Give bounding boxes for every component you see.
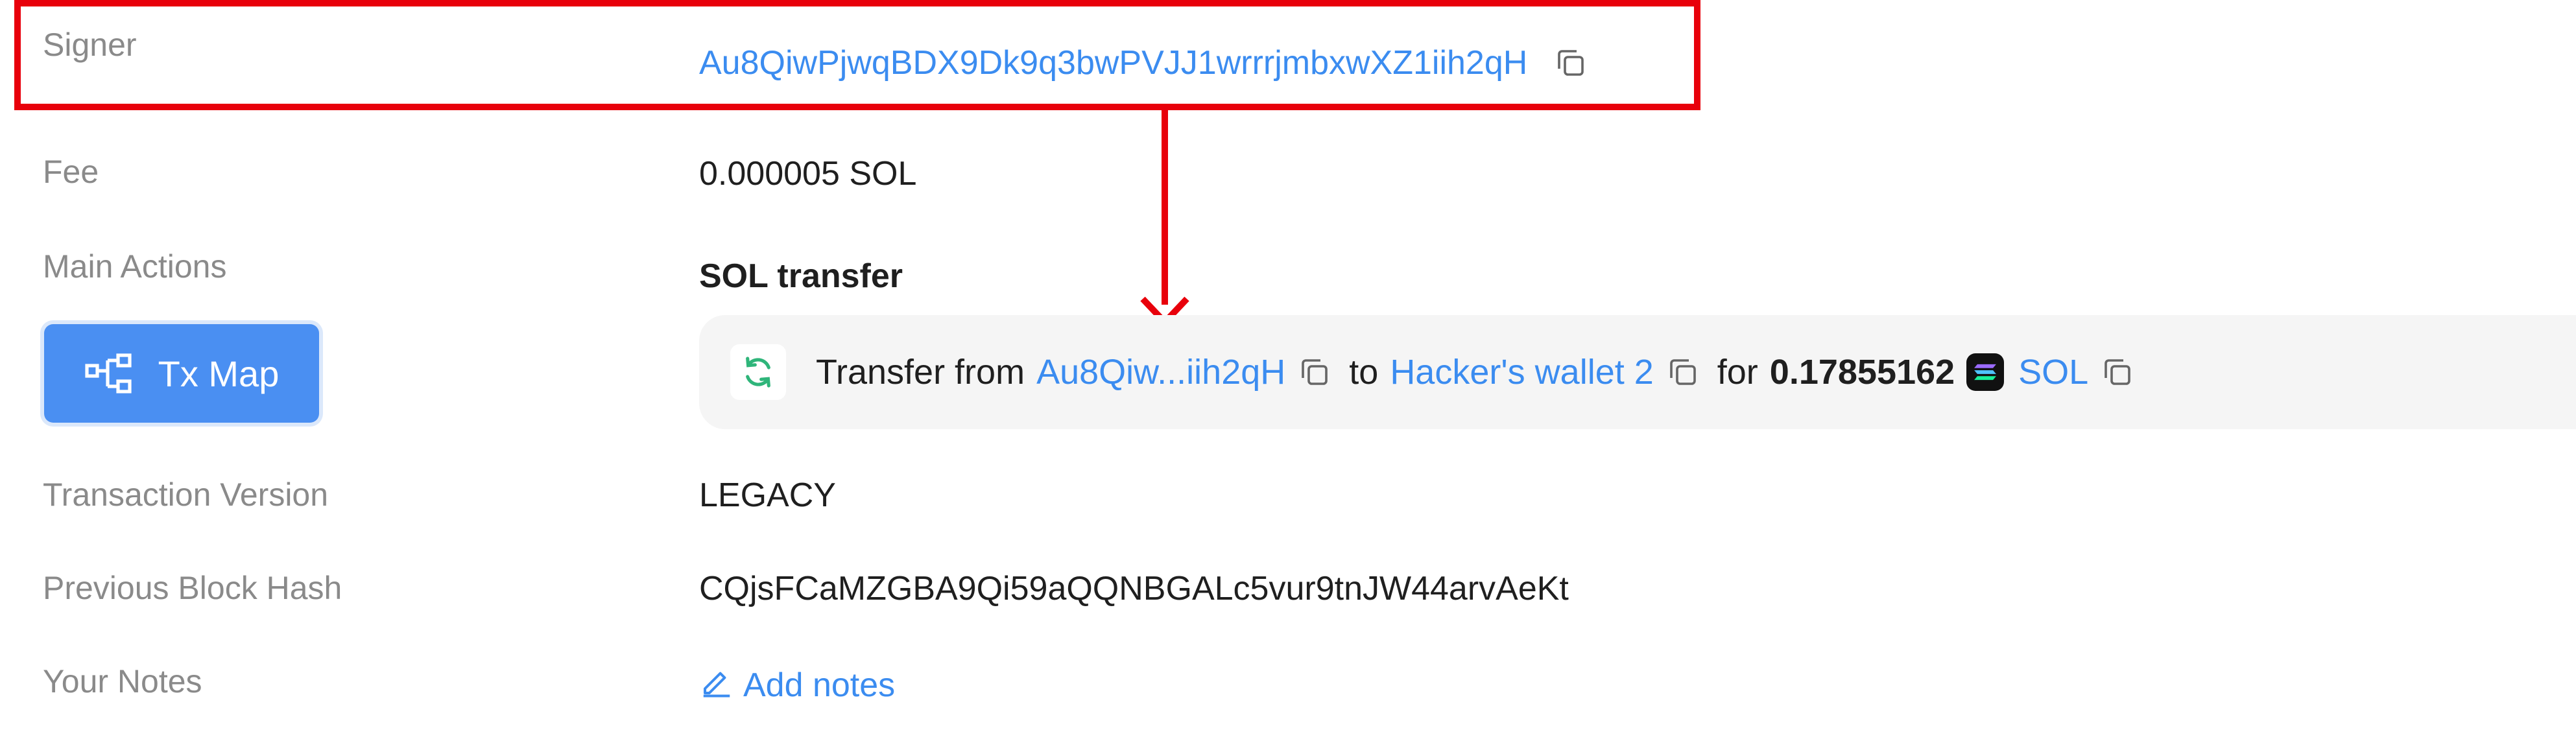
transfer-action-panel: Transfer from Au8Qiw...iih2qH to Hacker'… xyxy=(699,315,2576,429)
copy-icon[interactable] xyxy=(1297,355,1332,390)
sol-token-icon xyxy=(1966,353,2005,391)
copy-icon[interactable] xyxy=(1665,355,1700,390)
transfer-prefix: Transfer from xyxy=(816,353,1025,392)
tx-map-label: Tx Map xyxy=(158,353,280,394)
transaction-version-label: Transaction Version xyxy=(43,476,329,513)
tx-map-button[interactable]: Tx Map xyxy=(44,324,319,423)
add-notes-link[interactable]: Add notes xyxy=(699,664,895,702)
tx-map-icon xyxy=(84,353,134,394)
your-notes-label: Your Notes xyxy=(43,663,202,699)
copy-icon[interactable] xyxy=(2100,355,2135,390)
transfer-to-link[interactable]: Hacker's wallet 2 xyxy=(1390,352,1653,392)
main-actions-title: SOL transfer xyxy=(699,257,903,295)
refresh-icon xyxy=(730,344,786,400)
previous-block-hash-value: CQjsFCaMZGBA9Qi59aQQNBGALc5vur9tnJW44arv… xyxy=(699,570,1569,607)
fee-value: 0.000005 SOL xyxy=(699,155,917,193)
annotation-arrow-line xyxy=(1162,110,1168,305)
transfer-for-word: for xyxy=(1717,353,1758,392)
signer-highlight-box xyxy=(14,0,1700,110)
transfer-to-word: to xyxy=(1349,353,1379,392)
transfer-token-link[interactable]: SOL xyxy=(2018,352,2088,392)
transaction-version-value: LEGACY xyxy=(699,476,836,514)
transfer-amount: 0.17855162 xyxy=(1769,353,1955,392)
previous-block-hash-label: Previous Block Hash xyxy=(43,570,342,606)
pencil-icon xyxy=(699,664,734,699)
add-notes-label: Add notes xyxy=(743,666,896,704)
fee-label: Fee xyxy=(43,154,99,190)
transfer-from-link[interactable]: Au8Qiw...iih2qH xyxy=(1036,352,1285,392)
main-actions-label: Main Actions xyxy=(43,248,227,285)
